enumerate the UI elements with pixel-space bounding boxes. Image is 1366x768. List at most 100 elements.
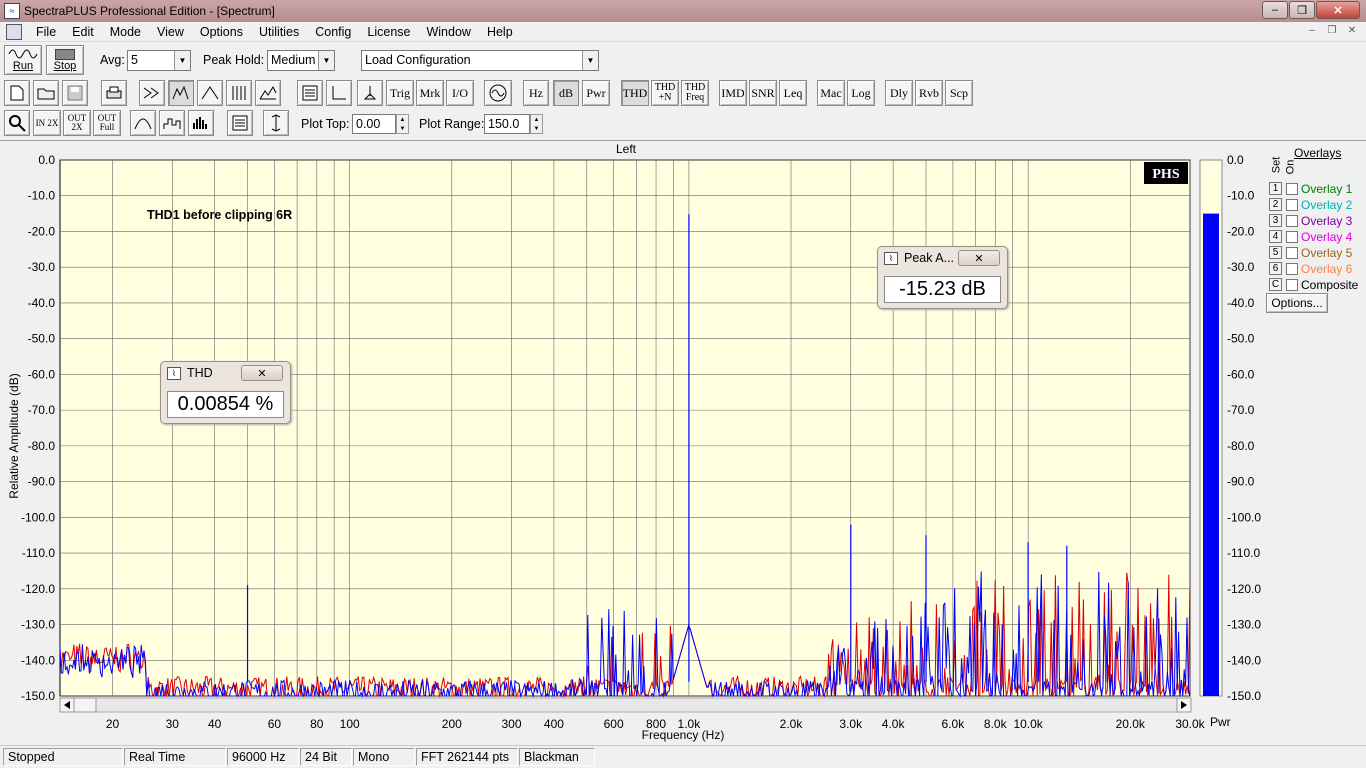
menu-edit[interactable]: Edit bbox=[64, 25, 102, 39]
stop-button[interactable]: Stop bbox=[46, 45, 84, 75]
overlay-set-button[interactable]: 5 bbox=[1269, 246, 1282, 259]
spin-arrows-icon[interactable]: ▲ ▼ bbox=[530, 114, 543, 134]
step-plot-button[interactable] bbox=[159, 110, 185, 136]
spin-arrows-icon[interactable]: ▲ ▼ bbox=[396, 114, 409, 134]
overlay-set-button[interactable]: 3 bbox=[1269, 214, 1282, 227]
config-select[interactable]: Load Configuration ▼ bbox=[361, 50, 599, 71]
leq-button[interactable]: Leq bbox=[779, 80, 807, 106]
close-icon[interactable]: ✕ bbox=[241, 365, 283, 381]
new-file-button[interactable] bbox=[4, 80, 30, 106]
menu-window[interactable]: Window bbox=[418, 25, 478, 39]
3d-surface-button[interactable] bbox=[255, 80, 281, 106]
close-icon[interactable]: ✕ bbox=[1316, 1, 1360, 19]
overlay-set-button[interactable]: 6 bbox=[1269, 262, 1282, 275]
overlay-checkbox[interactable] bbox=[1286, 247, 1298, 259]
peak-hold-select[interactable]: Medium ▼ bbox=[267, 50, 335, 71]
spectrogram-button[interactable] bbox=[226, 80, 252, 106]
minimize-icon[interactable]: – bbox=[1262, 1, 1288, 19]
mdi-restore-icon[interactable]: ❐ bbox=[1324, 25, 1340, 39]
menu-options[interactable]: Options bbox=[192, 25, 251, 39]
y-tick-label: -100.0 bbox=[21, 510, 55, 524]
horizontal-scrollbar[interactable] bbox=[59, 697, 1192, 713]
axis-button[interactable] bbox=[326, 80, 352, 106]
hz-button[interactable]: Hz bbox=[523, 80, 549, 106]
bar-plot-button[interactable] bbox=[188, 110, 214, 136]
scale-button[interactable] bbox=[263, 110, 289, 136]
menu-help[interactable]: Help bbox=[479, 25, 521, 39]
mrk-button[interactable]: Mrk bbox=[416, 80, 444, 106]
spectrum-view-button[interactable] bbox=[168, 80, 194, 106]
thd-popup-title: THD bbox=[187, 366, 213, 380]
overlay-set-button[interactable]: C bbox=[1269, 278, 1282, 291]
x-tick-labels: 20 30 40 60 80 100 200 300 400 600 800 1.0k 2.0k 3.0k… bbox=[106, 717, 1206, 731]
menu-mode[interactable]: Mode bbox=[102, 25, 149, 39]
thd-value: 0.00854 % bbox=[167, 391, 284, 418]
overlay-checkbox[interactable] bbox=[1286, 263, 1298, 275]
overlay-label: Overlay 6 bbox=[1301, 262, 1353, 276]
thd-popup[interactable]: ⌇ THD ✕ 0.00854 % bbox=[160, 361, 291, 424]
status-window: Blackman bbox=[519, 748, 595, 766]
x-tick-label: 80 bbox=[310, 717, 324, 731]
overlay-set-button[interactable]: 4 bbox=[1269, 230, 1282, 243]
y-tick-label: -20.0 bbox=[28, 224, 56, 238]
plot-range-input[interactable]: 150.0 ▲ ▼ bbox=[484, 114, 543, 134]
io-button[interactable]: I/O bbox=[446, 80, 474, 106]
thd-freq-button[interactable]: THD Freq bbox=[681, 80, 709, 106]
menu-file[interactable]: File bbox=[28, 25, 64, 39]
thd-n-button[interactable]: THD +N bbox=[651, 80, 679, 106]
run-button[interactable]: Run bbox=[4, 45, 42, 75]
db-button[interactable]: dB bbox=[553, 80, 579, 106]
overlay-label: Overlay 3 bbox=[1301, 214, 1353, 228]
signal-gen-button[interactable] bbox=[357, 80, 383, 106]
zoom-out-2x-button[interactable]: OUT 2X bbox=[63, 110, 91, 136]
overlay-checkbox[interactable] bbox=[1286, 183, 1298, 195]
overlay-set-button[interactable]: 2 bbox=[1269, 198, 1282, 211]
zoom-in-2x-button[interactable]: IN 2X bbox=[33, 110, 61, 136]
avg-select[interactable]: 5 ▼ bbox=[127, 50, 191, 71]
plot-properties-button[interactable] bbox=[227, 110, 253, 136]
chevron-down-icon[interactable]: ▼ bbox=[582, 51, 598, 70]
maximize-icon[interactable]: ❐ bbox=[1289, 1, 1315, 19]
chevron-down-icon[interactable]: ▼ bbox=[318, 51, 334, 70]
zoom-button[interactable] bbox=[4, 110, 30, 136]
open-button[interactable] bbox=[33, 80, 59, 106]
snr-button[interactable]: SNR bbox=[749, 80, 777, 106]
mdi-close-icon[interactable]: ✕ bbox=[1344, 25, 1360, 39]
overlay-set-button[interactable]: 1 bbox=[1269, 182, 1282, 195]
print-button[interactable] bbox=[101, 80, 127, 106]
overlay-options-button[interactable]: Options... bbox=[1266, 293, 1328, 313]
save-button[interactable] bbox=[62, 80, 88, 106]
overlays-header[interactable]: Overlays bbox=[1294, 146, 1341, 160]
zoom-out-full-button[interactable]: OUT Full bbox=[93, 110, 121, 136]
menu-view[interactable]: View bbox=[149, 25, 192, 39]
menu-utilities[interactable]: Utilities bbox=[251, 25, 307, 39]
scp-button[interactable]: Scp bbox=[945, 80, 973, 106]
menu-config[interactable]: Config bbox=[307, 25, 359, 39]
app-icon[interactable]: ≈ bbox=[4, 3, 20, 19]
generator-button[interactable] bbox=[484, 80, 512, 106]
overlay-checkbox[interactable] bbox=[1286, 231, 1298, 243]
spectrum-chart[interactable]: Left Relative Amplitude (dB) Frequency (… bbox=[0, 141, 1366, 746]
rvb-button[interactable]: Rvb bbox=[915, 80, 943, 106]
chevron-down-icon[interactable]: ▼ bbox=[174, 51, 190, 70]
dly-button[interactable]: Dly bbox=[885, 80, 913, 106]
line-plot-button[interactable] bbox=[130, 110, 156, 136]
close-icon[interactable]: ✕ bbox=[958, 250, 1000, 266]
mac-button[interactable]: Mac bbox=[817, 80, 845, 106]
time-view-button[interactable] bbox=[197, 80, 223, 106]
pwr-button[interactable]: Pwr bbox=[582, 80, 610, 106]
menu-license[interactable]: License bbox=[359, 25, 418, 39]
trig-button[interactable]: Trig bbox=[386, 80, 414, 106]
log-button[interactable]: Log bbox=[847, 80, 875, 106]
plot-top-input[interactable]: 0.00 ▲ ▼ bbox=[352, 114, 409, 134]
imd-button[interactable]: IMD bbox=[719, 80, 747, 106]
forward-button[interactable] bbox=[139, 80, 165, 106]
overlay-checkbox[interactable] bbox=[1286, 199, 1298, 211]
document-icon[interactable] bbox=[6, 23, 22, 40]
overlay-checkbox[interactable] bbox=[1286, 279, 1298, 291]
peak-amplitude-popup[interactable]: ⌇ Peak A... ✕ -15.23 dB bbox=[877, 246, 1008, 309]
mdi-minimize-icon[interactable]: – bbox=[1304, 25, 1320, 39]
settings-panel-button[interactable] bbox=[297, 80, 323, 106]
thd-button[interactable]: THD bbox=[621, 80, 649, 106]
overlay-checkbox[interactable] bbox=[1286, 215, 1298, 227]
